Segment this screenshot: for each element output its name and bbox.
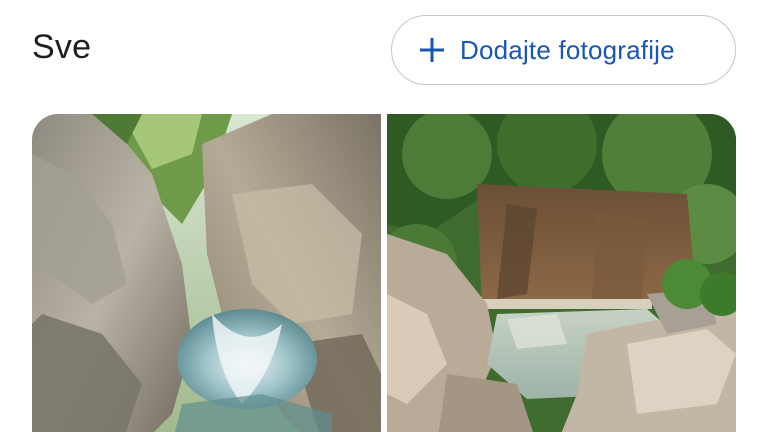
waterfall-pool-photo [387,114,736,432]
photo-tile-waterfall[interactable] [387,114,736,432]
canyon-river-photo [32,114,381,432]
section-title: Sve [32,28,92,66]
plus-icon [420,38,444,62]
photo-grid [32,114,736,432]
header: Sve Dodajte fotografije [0,0,768,100]
photo-tile-canyon[interactable] [32,114,381,432]
add-photos-label: Dodajte fotografije [460,34,675,65]
add-photos-button[interactable]: Dodajte fotografije [391,15,736,85]
